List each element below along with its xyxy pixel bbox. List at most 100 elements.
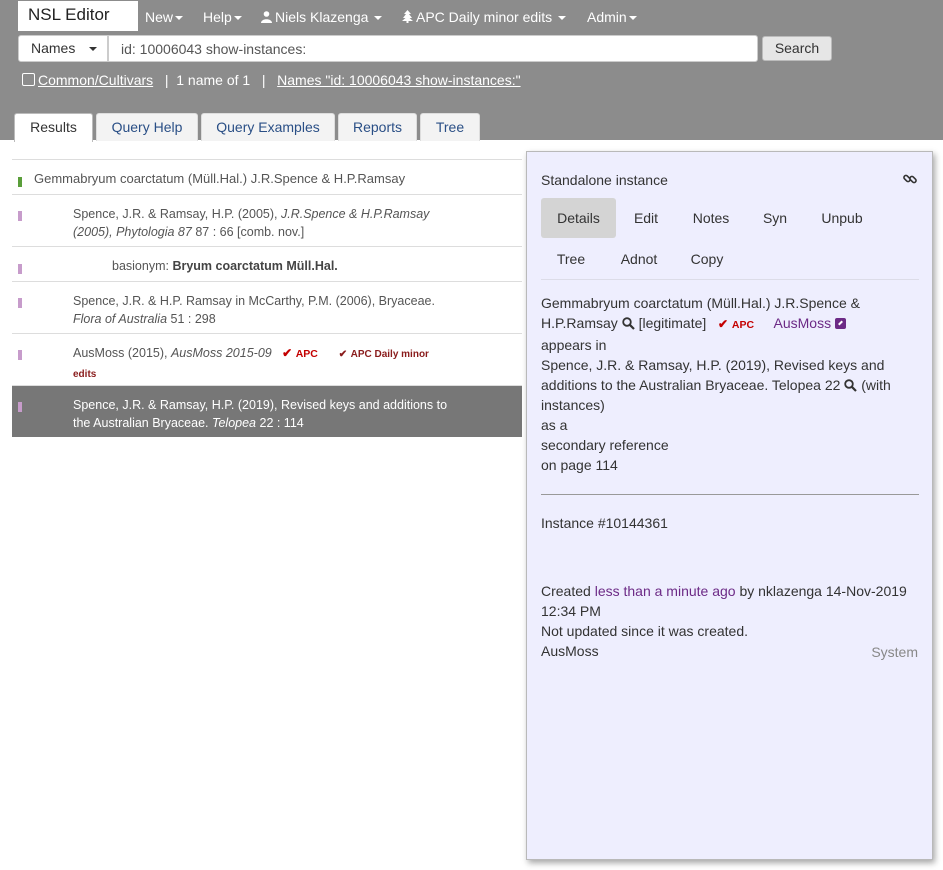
ref-page: 51 : 298: [167, 312, 216, 326]
list-item-relationship[interactable]: basionym: Bryum coarctatum Müll.Hal.: [12, 246, 522, 281]
menu-tree[interactable]: APC Daily minor edits: [402, 0, 567, 34]
menu-tree-label: APC Daily minor edits: [416, 9, 553, 25]
created-prefix: Created: [541, 583, 595, 599]
menu-help-label: Help: [203, 9, 232, 25]
tab-tree[interactable]: Tree: [420, 113, 480, 141]
accepted-marker: [18, 177, 22, 187]
created-time: 12:34 PM: [541, 603, 601, 619]
relationship-label: basionym:: [112, 259, 173, 273]
app-brand[interactable]: NSL Editor: [18, 1, 138, 31]
basionym-name: Bryum coarctatum Müll.Hal.: [172, 259, 338, 273]
ref-source: AusMoss 2015-09: [170, 346, 272, 360]
list-item-instance-selected[interactable]: Spence, J.R. & Ramsay, H.P. (2019), Revi…: [12, 385, 522, 437]
search-scope-label: Names: [31, 40, 76, 56]
external-link-icon[interactable]: [834, 318, 846, 329]
menu-user-label: Niels Klazenga: [275, 9, 369, 25]
ref-author: Spence, J.R. & H.P. Ramsay in McCarthy, …: [73, 294, 435, 308]
instance-text: Spence, J.R. & H.P. Ramsay in McCarthy, …: [73, 292, 513, 328]
tab-reports[interactable]: Reports: [338, 113, 417, 141]
apc-badge: APC: [731, 319, 755, 331]
instance-marker: [18, 264, 22, 274]
audit-info: Created less than a minute ago by nklaze…: [541, 581, 921, 661]
ref-page: 22 : 114: [256, 416, 304, 430]
results-list: Gemmabryum coarctatum (Müll.Hal.) J.R.Sp…: [12, 159, 522, 437]
instance-details: Gemmabryum coarctatum (Müll.Hal.) J.R.Sp…: [541, 293, 921, 475]
check-icon: ✔: [338, 349, 348, 360]
menu-user[interactable]: Niels Klazenga: [261, 0, 383, 34]
query-summary: Common/Cultivars | 1 name of 1 | Names "…: [22, 72, 521, 90]
panel-tab-tree[interactable]: Tree: [541, 239, 601, 279]
name-line-1: Gemmabryum coarctatum (Müll.Hal.) J.R.Sp…: [541, 295, 860, 311]
panel-tab-unpub[interactable]: Unpub: [807, 198, 877, 238]
common-cultivars-toggle[interactable]: Common/Cultivars: [22, 72, 153, 88]
list-item-instance[interactable]: Spence, J.R. & Ramsay, H.P. (2005), J.R.…: [12, 194, 522, 246]
check-icon: ✔: [717, 317, 728, 331]
appears-in-label: appears in: [541, 337, 607, 353]
ref-line-1: Spence, J.R. & Ramsay, H.P. (2019), Revi…: [541, 357, 885, 373]
search-input[interactable]: [108, 35, 758, 62]
panel-tab-notes[interactable]: Notes: [679, 198, 743, 238]
instance-id: Instance #10144361: [541, 515, 668, 531]
created-when: less than a minute ago: [594, 583, 736, 599]
ref-author: AusMoss (2015),: [73, 346, 171, 360]
ref-line-2: additions to the Australian Bryaceae. Te…: [541, 377, 841, 393]
link-icon[interactable]: [902, 171, 918, 187]
separator: |: [261, 72, 266, 88]
panel-title: Standalone instance: [541, 172, 668, 188]
top-navbar: NSL Editor New Help Niels Klazenga APC D…: [0, 0, 943, 142]
divider: [541, 279, 919, 280]
panel-tab-adnot[interactable]: Adnot: [609, 239, 669, 279]
search-button[interactable]: Search: [762, 36, 832, 61]
tab-query-help[interactable]: Query Help: [96, 113, 198, 141]
menu-help[interactable]: Help: [203, 0, 242, 34]
tree-badge: APC Daily minor: [350, 349, 429, 360]
result-count: 1 name of 1: [176, 72, 251, 88]
instance-marker: [18, 402, 22, 412]
tab-results[interactable]: Results: [14, 113, 93, 142]
ref-type: secondary reference: [541, 437, 669, 453]
update-status: Not updated since it was created.: [541, 623, 749, 639]
list-item-instance[interactable]: AusMoss (2015), AusMoss 2015-09 ✔ APC ✔ …: [12, 333, 522, 385]
ausmoss-link[interactable]: AusMoss: [774, 315, 832, 331]
ref-with-instances: (with: [861, 377, 891, 393]
divider: [541, 494, 919, 495]
chevron-down-icon: [89, 47, 97, 51]
name-status: [legitimate]: [638, 315, 707, 331]
list-item-instance[interactable]: Spence, J.R. & H.P. Ramsay in McCarthy, …: [12, 281, 522, 333]
instance-marker: [18, 211, 22, 221]
chevron-down-icon: [628, 16, 637, 21]
query-link[interactable]: Names "id: 10006043 show-instances:": [277, 72, 520, 88]
search-icon[interactable]: [621, 317, 635, 330]
panel-tab-details[interactable]: Details: [541, 198, 616, 238]
menu-new[interactable]: New: [145, 0, 184, 34]
panel-tab-edit[interactable]: Edit: [616, 198, 676, 238]
system-label: System: [871, 644, 918, 660]
search-scope-select[interactable]: Names: [18, 35, 108, 62]
search-icon[interactable]: [844, 379, 858, 392]
user-icon: [261, 11, 272, 23]
detail-panel: Standalone instance Details Edit Notes S…: [526, 151, 933, 860]
instance-text: Spence, J.R. & Ramsay, H.P. (2005), J.R.…: [73, 205, 493, 241]
ref-author: Spence, J.R. & Ramsay, H.P. (2005),: [73, 207, 281, 221]
menu-new-label: New: [145, 9, 174, 25]
check-icon: ✔: [282, 346, 293, 360]
ref-title: J.R.Spence & H.P.Ramsay: [280, 207, 430, 221]
separator: |: [164, 72, 169, 88]
panel-tab-copy[interactable]: Copy: [677, 239, 737, 279]
panel-tab-syn[interactable]: Syn: [749, 198, 801, 238]
name-text: Gemmabryum coarctatum (Müll.Hal.) J.R.Sp…: [34, 171, 406, 186]
apc-badge: APC: [295, 348, 318, 360]
ref-line-3: instances): [541, 397, 605, 413]
tab-query-examples[interactable]: Query Examples: [201, 113, 335, 141]
instance-marker: [18, 298, 22, 308]
ref-page: 87 : 66 [comb. nov.]: [191, 225, 305, 239]
instance-text: AusMoss (2015), AusMoss 2015-09 ✔ APC ✔ …: [73, 344, 513, 384]
chevron-down-icon: [558, 16, 567, 21]
created-suffix: by nklazenga 14-Nov-2019: [735, 583, 907, 599]
menu-admin[interactable]: Admin: [587, 0, 637, 34]
dataset-label: AusMoss: [541, 643, 599, 659]
list-item-name[interactable]: Gemmabryum coarctatum (Müll.Hal.) J.R.Sp…: [12, 159, 522, 194]
relationship-text: basionym: Bryum coarctatum Müll.Hal.: [112, 257, 338, 275]
common-cultivars-label: Common/Cultivars: [38, 72, 154, 88]
tree-badge-cont: edits: [73, 369, 97, 380]
